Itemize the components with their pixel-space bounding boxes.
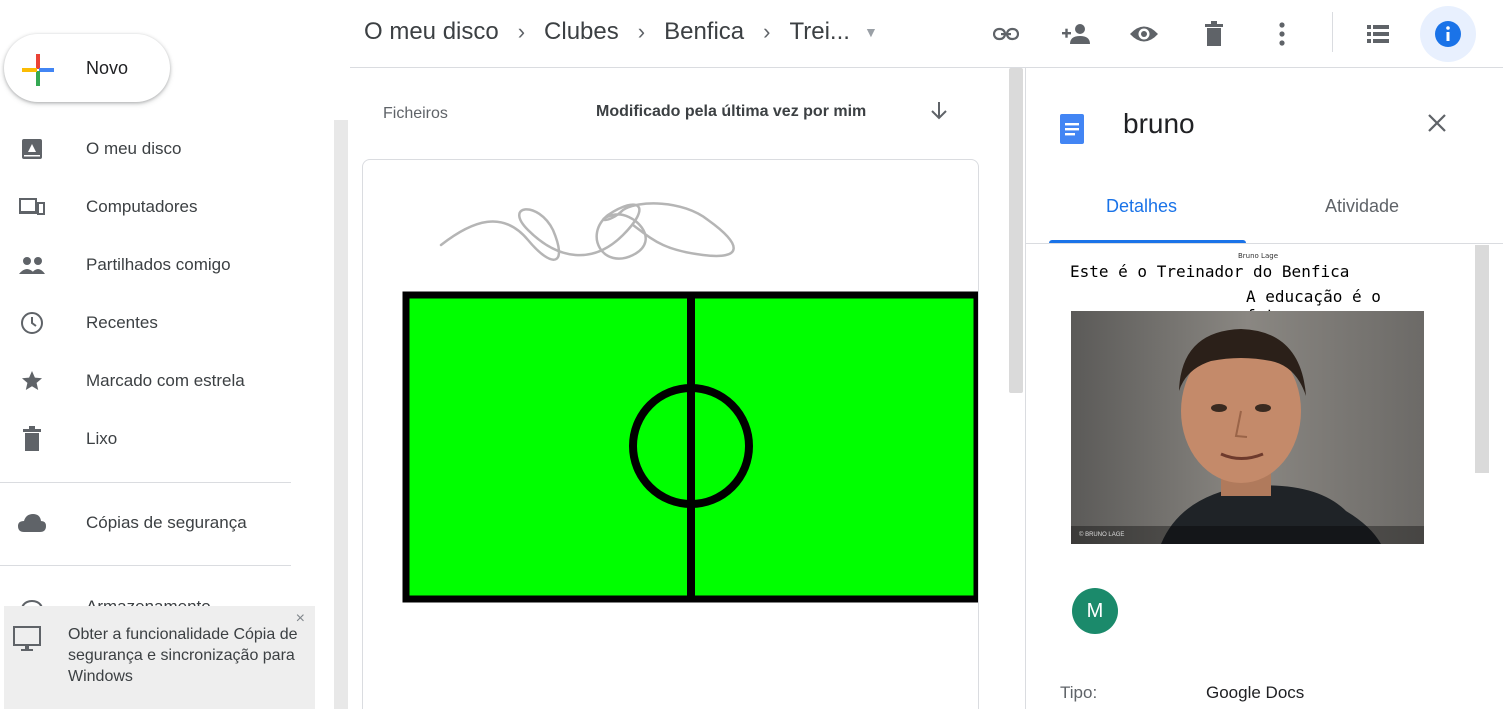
backup-promo-banner: Obter a funcionalidade Cópia de seguranç… <box>4 606 315 709</box>
trash-icon[interactable] <box>1198 18 1230 50</box>
details-title: bruno <box>1123 108 1195 139</box>
more-vert-icon[interactable] <box>1266 18 1298 50</box>
sidebar-item-backups[interactable]: Cópias de segurança <box>0 498 300 548</box>
sidebar-item-label: O meu disco <box>86 139 182 158</box>
preview-icon[interactable] <box>1128 18 1160 50</box>
close-icon[interactable] <box>1426 112 1448 139</box>
star-icon <box>16 365 48 397</box>
preview-photo: © BRUNO LAGE <box>1071 311 1424 544</box>
sidebar-item-starred[interactable]: Marcado com estrela <box>0 356 300 406</box>
details-scrollbar[interactable] <box>1475 245 1489 473</box>
new-button[interactable]: Novo <box>4 34 170 102</box>
sidebar-item-label: Marcado com estrela <box>86 371 245 390</box>
info-icon[interactable] <box>1432 18 1464 50</box>
tab-divider <box>1026 243 1503 244</box>
breadcrumb-separator: › <box>637 19 646 44</box>
toolbar-divider <box>1332 12 1333 52</box>
sidebar-item-shared[interactable]: Partilhados comigo <box>0 240 300 290</box>
computers-icon <box>16 191 48 223</box>
document-preview[interactable]: Bruno Lage Este é o Treinador do Benfica… <box>1045 248 1445 548</box>
photo-credit: © BRUNO LAGE <box>1079 532 1125 538</box>
sidebar-item-label: Lixo <box>86 429 118 448</box>
sidebar-scrollbar[interactable] <box>334 120 348 709</box>
tab-activity[interactable]: Atividade <box>1325 196 1399 217</box>
add-person-icon[interactable] <box>1060 18 1092 50</box>
monitor-icon <box>12 624 42 659</box>
preview-small-caption: Bruno Lage <box>1238 252 1279 260</box>
caret-down-icon[interactable]: ▼ <box>864 24 878 40</box>
files-section-title: Ficheiros <box>383 105 448 122</box>
avatar[interactable]: M <box>1072 588 1118 634</box>
sidebar-item-label: Partilhados comigo <box>86 255 231 274</box>
arrow-down-icon[interactable] <box>930 101 948 126</box>
breadcrumb-item[interactable]: Clubes <box>544 18 619 46</box>
plus-icon <box>22 54 54 86</box>
breadcrumb-item[interactable]: Trei... <box>789 18 849 46</box>
promo-close-icon[interactable]: × <box>296 610 305 628</box>
sidebar-item-label: Recentes <box>86 313 158 332</box>
type-label: Tipo: <box>1060 683 1098 702</box>
breadcrumb-separator: › <box>763 19 771 44</box>
sidebar-divider <box>0 482 291 483</box>
sidebar-item-label: Cópias de segurança <box>86 513 247 532</box>
promo-text: Obter a funcionalidade Cópia de seguranç… <box>68 626 298 685</box>
preview-line-1: Este é o Treinador do Benfica <box>1070 262 1350 281</box>
files-header: Ficheiros Modificado pela última vez por… <box>350 68 1015 158</box>
sidebar-item-recent[interactable]: Recentes <box>0 298 300 348</box>
breadcrumb: O meu disco › Clubes › Benfica › Trei...… <box>364 18 878 46</box>
sidebar-item-trash[interactable]: Lixo <box>0 414 300 464</box>
my-drive-icon <box>16 133 48 165</box>
main-scrollbar[interactable] <box>1009 68 1023 393</box>
football-field-drawing <box>402 202 978 603</box>
trash-icon <box>16 423 48 455</box>
cloud-icon <box>16 507 48 539</box>
sort-by-label[interactable]: Modificado pela última vez por mim <box>596 103 866 121</box>
sidebar-item-my-drive[interactable]: O meu disco <box>0 124 300 174</box>
breadcrumb-item[interactable]: Benfica <box>664 18 744 46</box>
sidebar-divider <box>0 565 291 566</box>
sidebar-item-label: Computadores <box>86 197 198 216</box>
breadcrumb-item[interactable]: O meu disco <box>364 18 499 46</box>
sidebar-item-computers[interactable]: Computadores <box>0 182 300 232</box>
tab-details[interactable]: Detalhes <box>1106 196 1177 217</box>
sidebar: Novo O meu disco Computadores Partilhado… <box>0 0 350 709</box>
type-value: Google Docs <box>1206 683 1305 702</box>
list-view-icon[interactable] <box>1362 18 1394 50</box>
file-thumbnail-card[interactable] <box>362 159 979 709</box>
clock-icon <box>16 307 48 339</box>
breadcrumb-separator: › <box>517 19 526 44</box>
top-bar: O meu disco › Clubes › Benfica › Trei...… <box>350 0 1503 68</box>
google-docs-icon <box>1060 114 1084 149</box>
shared-icon <box>16 249 48 281</box>
link-icon[interactable] <box>990 18 1022 50</box>
new-button-label: Novo <box>86 58 129 78</box>
